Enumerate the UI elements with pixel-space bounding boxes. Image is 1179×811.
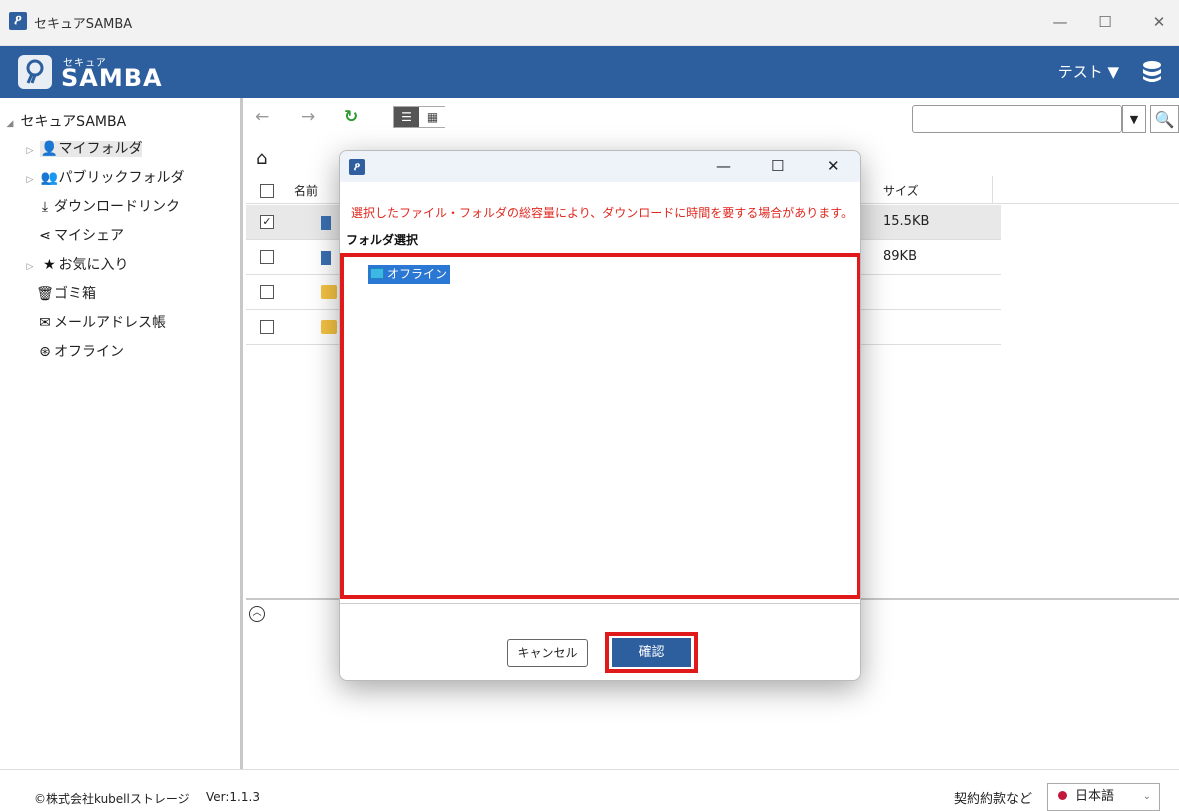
toolbar: ← → ↻ ☰ ▦ ▼ 🔍 (246, 98, 1179, 136)
column-size: サイズ (883, 184, 919, 198)
row-checkbox[interactable]: ✓ (260, 215, 274, 229)
row-checkbox[interactable] (260, 250, 274, 264)
app-header: セキュア SAMBA テスト ▼ (0, 46, 1179, 98)
download-icon: ⤓ (41, 199, 49, 215)
file-icon (321, 216, 331, 230)
row-checkbox[interactable] (260, 320, 274, 334)
copyright: ©株式会社kubellストレージ (34, 792, 190, 806)
minimize-button[interactable]: — (716, 157, 731, 175)
sidebar-item-download-link[interactable]: ⤓ ダウンロードリンク (36, 193, 180, 221)
window-titlebar: ዖ セキュアSAMBA — ☐ ✕ (0, 0, 1179, 46)
grid-view-icon[interactable]: ▦ (420, 107, 445, 127)
sidebar-item-my-share[interactable]: ⋖ マイシェア (36, 222, 124, 250)
tree-node-offline[interactable]: オフライン (368, 265, 451, 284)
expand-icon[interactable]: ▷ (24, 137, 36, 165)
chevron-down-icon[interactable]: ▼ (1122, 105, 1146, 133)
refresh-icon[interactable]: ↻ (344, 107, 358, 127)
share-icon: ⋖ (39, 228, 51, 244)
back-arrow-icon[interactable]: ← (255, 107, 269, 127)
folder-icon (321, 320, 337, 334)
sidebar-root[interactable]: ◢ セキュアSAMBA (4, 108, 127, 138)
confirm-button[interactable]: 確認 (612, 638, 691, 667)
app-icon: ዖ (349, 159, 365, 175)
logo-icon (18, 55, 52, 89)
dialog-titlebar: ዖ — ☐ ✕ (340, 151, 860, 182)
version: Ver:1.1.3 (206, 790, 260, 804)
folder-tree: オフライン (340, 253, 860, 599)
sidebar-item-label: オフライン (54, 344, 124, 360)
file-size: 15.5KB (883, 214, 930, 229)
divider (340, 603, 860, 604)
tree-node-label: オフライン (387, 267, 448, 281)
sidebar-item-public-folder[interactable]: ▷ 👥パブリックフォルダ (24, 164, 185, 194)
folder-icon (321, 285, 337, 299)
cancel-button[interactable]: キャンセル (507, 639, 588, 667)
sidebar-item-label: お気に入り (58, 257, 129, 273)
close-button[interactable]: ✕ (827, 157, 840, 175)
list-view-icon[interactable]: ☰ (394, 107, 419, 127)
person-icon: 👤 (40, 141, 59, 157)
language-select[interactable]: 日本語 ⌄ (1047, 783, 1160, 811)
expand-icon[interactable]: ◢ (4, 110, 16, 138)
file-size: 89KB (883, 249, 917, 264)
window-title: セキュアSAMBA (34, 17, 133, 32)
group-icon: 👥 (40, 170, 59, 186)
sidebar-item-label: パブリックフォルダ (58, 170, 185, 186)
expand-icon[interactable]: ▷ (24, 166, 36, 194)
view-toggle: ☰ ▦ (393, 106, 445, 128)
sidebar: ◢ セキュアSAMBA ▷ 👤マイフォルダ ▷ 👥パブリックフォルダ ⤓ ダウンロ… (0, 98, 243, 769)
maximize-button[interactable]: ☐ (1085, 8, 1125, 36)
sidebar-item-trash[interactable]: 🗑ゴミ箱 (36, 280, 96, 308)
offline-icon: ⊛ (39, 344, 51, 360)
star-icon: ★ (43, 257, 56, 273)
chevron-down-icon: ⌄ (1142, 791, 1151, 802)
folder-icon (370, 268, 384, 279)
sidebar-root-label: セキュアSAMBA (20, 114, 127, 130)
sidebar-item-address-book[interactable]: ✉ メールアドレス帳 (36, 309, 166, 337)
terms-link[interactable]: 契約約款など (954, 788, 1032, 807)
sidebar-item-label: マイフォルダ (58, 141, 143, 157)
row-checkbox[interactable] (260, 285, 274, 299)
sidebar-item-label: マイシェア (54, 228, 124, 244)
sidebar-item-offline[interactable]: ⊛ オフライン (36, 338, 124, 366)
sidebar-item-my-folder[interactable]: ▷ 👤マイフォルダ (24, 135, 143, 165)
database-icon[interactable] (1141, 60, 1163, 88)
footer: ©株式会社kubellストレージ Ver:1.1.3 契約約款など 日本語 ⌄ (0, 769, 1179, 811)
select-all-checkbox[interactable] (260, 184, 274, 198)
folder-select-dialog: ዖ — ☐ ✕ 選択したファイル・フォルダの総容量により、ダウンロードに時間を要… (339, 150, 861, 681)
language-label: 日本語 (1075, 789, 1115, 804)
logo-title: SAMBA (61, 64, 163, 92)
user-menu[interactable]: テスト ▼ (1058, 61, 1119, 82)
trash-icon: 🗑 (36, 286, 54, 302)
flag-icon (1058, 791, 1067, 800)
sidebar-item-label: ゴミ箱 (54, 286, 96, 302)
minimize-button[interactable]: — (1040, 8, 1080, 36)
file-icon (321, 251, 331, 265)
forward-arrow-icon[interactable]: → (301, 107, 315, 127)
app-icon: ዖ (9, 12, 27, 30)
column-divider (992, 176, 993, 204)
search-input[interactable] (912, 105, 1122, 133)
expand-icon[interactable]: ▷ (24, 253, 36, 281)
search-icon[interactable]: 🔍 (1150, 105, 1179, 133)
maximize-button[interactable]: ☐ (771, 157, 784, 175)
folder-select-label: フォルダ選択 (346, 233, 419, 247)
home-icon[interactable]: ⌂ (256, 148, 267, 169)
confirm-highlight: 確認 (605, 632, 698, 673)
sidebar-item-favorites[interactable]: ▷ ★ お気に入り (24, 251, 129, 281)
sidebar-item-label: メールアドレス帳 (54, 315, 166, 331)
collapse-icon[interactable]: ︿ (249, 606, 265, 622)
column-name: 名前 (294, 184, 319, 198)
close-button[interactable]: ✕ (1139, 8, 1179, 36)
sidebar-item-label: ダウンロードリンク (54, 199, 180, 215)
dialog-warning: 選択したファイル・フォルダの総容量により、ダウンロードに時間を要する場合がありま… (351, 206, 854, 220)
mail-icon: ✉ (39, 315, 51, 331)
